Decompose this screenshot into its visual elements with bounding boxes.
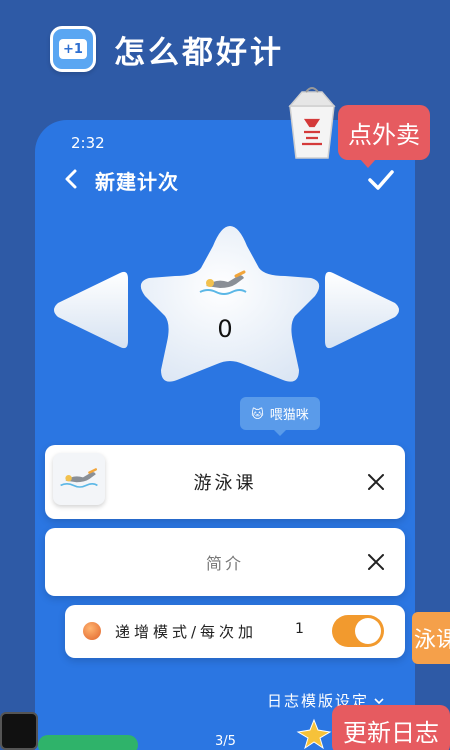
app-logo: +1 bbox=[50, 26, 96, 72]
app-title: 怎么都好计 bbox=[114, 34, 284, 71]
page-title: 新建计次 bbox=[95, 170, 179, 194]
takeout-promo-button[interactable]: 点外卖 bbox=[338, 105, 430, 168]
swim-icon bbox=[60, 468, 98, 488]
increment-step-value[interactable]: 1 bbox=[295, 621, 304, 637]
counter-value: 0 bbox=[217, 315, 233, 343]
intro-card: 简介 bbox=[45, 528, 405, 596]
next-arrow-button[interactable] bbox=[325, 265, 403, 355]
app-logo-text: +1 bbox=[59, 39, 87, 59]
previous-arrow-button[interactable] bbox=[50, 265, 128, 355]
clear-name-icon[interactable] bbox=[367, 473, 385, 491]
chevron-down-icon bbox=[374, 697, 384, 704]
intro-input[interactable]: 简介 bbox=[105, 528, 345, 596]
swim-promo-button[interactable]: 泳课 bbox=[412, 612, 450, 664]
peach-icon bbox=[83, 622, 101, 640]
cat-face-icon: 🐱 bbox=[251, 406, 264, 421]
green-chip[interactable] bbox=[38, 735, 138, 750]
feed-cat-badge[interactable]: 🐱 喂猫咪 bbox=[240, 397, 320, 436]
name-input[interactable]: 游泳课 bbox=[105, 445, 345, 519]
chevron-left-icon[interactable] bbox=[61, 168, 83, 190]
clear-intro-icon[interactable] bbox=[367, 553, 385, 571]
icon-picker-button[interactable] bbox=[53, 453, 105, 505]
sparkle-icon bbox=[296, 718, 332, 750]
check-icon[interactable] bbox=[367, 168, 395, 192]
keypad-icon[interactable] bbox=[0, 712, 38, 750]
page-indicator: 3/5 bbox=[215, 734, 236, 749]
increment-mode-toggle[interactable] bbox=[332, 615, 384, 647]
toggle-knob bbox=[355, 618, 381, 644]
feed-cat-label: 喂猫咪 bbox=[269, 408, 309, 423]
app-header: +1 怎么都好计 bbox=[50, 26, 284, 72]
increment-mode-card: 递增模式/每次加 1 bbox=[65, 605, 405, 658]
name-card: 游泳课 bbox=[45, 445, 405, 519]
update-log-button[interactable]: 更新日志 bbox=[332, 705, 450, 750]
takeout-box-icon[interactable] bbox=[280, 84, 344, 162]
swim-icon bbox=[199, 270, 247, 295]
counter-star[interactable] bbox=[135, 220, 325, 390]
status-time: 2:32 bbox=[71, 134, 105, 152]
increment-mode-label: 递增模式/每次加 bbox=[115, 623, 258, 641]
phone-screen: 2:32 新建计次 0 🐱 喂猫咪 游泳课 简介 递增模式/每次加 1 日志模版… bbox=[35, 120, 415, 750]
